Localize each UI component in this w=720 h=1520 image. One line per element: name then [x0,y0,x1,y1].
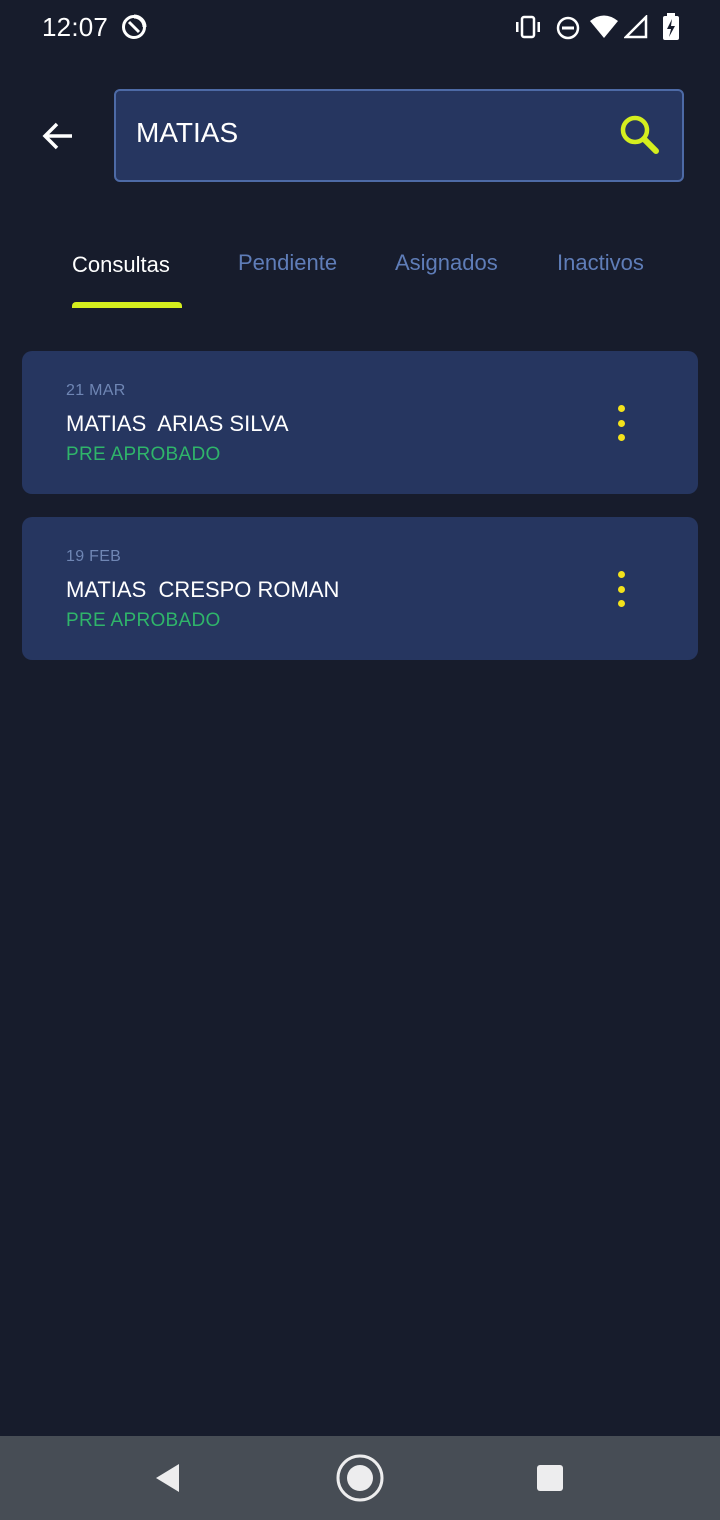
sync-icon [120,13,148,43]
card-name: MATIAS ARIAS SILVA [66,411,289,436]
card-name: MATIAS CRESPO ROMAN [66,577,340,602]
more-vert-icon-dot [617,434,625,441]
result-card[interactable]: 21 MAR MATIAS ARIAS SILVA PRE APROBADO [22,351,698,494]
more-vert-icon-dot [617,419,625,427]
back-button[interactable] [30,112,86,160]
system-nav-bar [0,1436,720,1520]
nav-back-button[interactable] [140,1452,196,1504]
recents-nav-icon [537,1465,563,1491]
vibrate-icon [514,14,542,44]
app-screen: 12:07 MATIAS Consultas Pendiente Asignad… [0,0,720,1520]
card-date: 21 MAR [66,382,126,399]
tab-inactivos[interactable]: Inactivos [557,250,644,276]
wifi-icon [589,14,619,44]
result-card[interactable]: 19 FEB MATIAS CRESPO ROMAN PRE APROBADO [22,517,698,660]
tab-bar: Consultas Pendiente Asignados Inactivos [0,240,720,310]
battery-charging-icon [662,13,680,43]
signal-icon [622,13,648,45]
more-options-button[interactable] [608,405,634,441]
search-box [114,89,684,182]
more-vert-icon [617,571,625,578]
card-status: PRE APROBADO [66,444,221,465]
home-nav-icon [336,1454,384,1502]
search-button[interactable] [616,111,664,159]
tab-pendiente[interactable]: Pendiente [238,250,337,276]
do-not-disturb-icon [555,15,581,45]
more-vert-icon-dot [617,600,625,607]
status-time: 12:07 [42,12,109,42]
tab-asignados[interactable]: Asignados [395,250,498,276]
card-status: PRE APROBADO [66,610,221,631]
active-tab-indicator [72,302,182,308]
search-input[interactable] [136,113,596,153]
nav-recents-button[interactable] [522,1452,578,1504]
search-icon [620,115,659,154]
arrow-left-icon [42,122,72,150]
more-options-button[interactable] [608,571,634,607]
card-date: 19 FEB [66,548,122,565]
back-nav-icon [156,1464,179,1492]
tab-consultas[interactable]: Consultas [72,252,170,278]
more-vert-icon-dot [617,585,625,593]
status-bar: 12:07 [0,0,720,56]
more-vert-icon [617,405,625,412]
nav-home-button[interactable] [332,1452,388,1504]
